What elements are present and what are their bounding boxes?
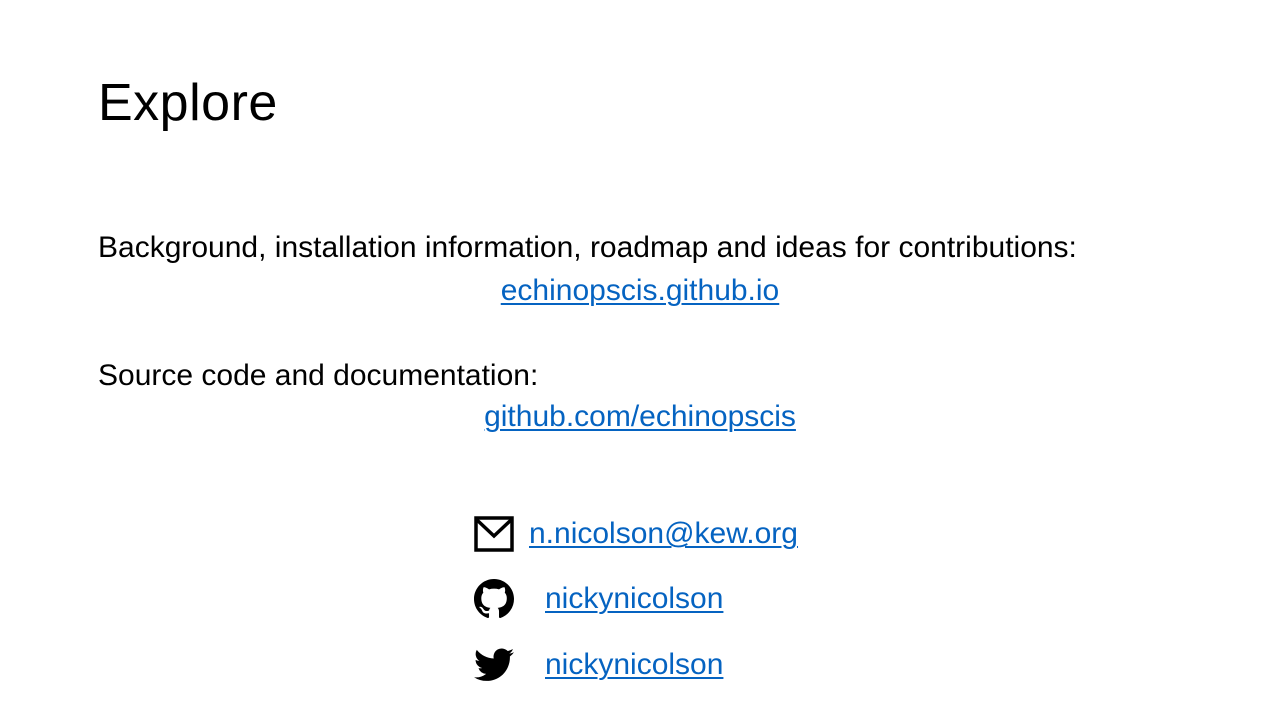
twitter-icon: [474, 645, 514, 685]
source-heading: Source code and documentation:: [98, 359, 539, 392]
email-contact: n.nicolson@kew.org: [474, 514, 798, 554]
slide-title: Explore: [98, 74, 278, 132]
twitter-contact: nickynicolson: [474, 645, 723, 685]
background-link-row: echinopscis.github.io: [0, 273, 1280, 309]
github-contact: nickynicolson: [474, 579, 723, 619]
source-link-row: github.com/echinopscis: [0, 399, 1280, 435]
envelope-icon: [474, 514, 514, 554]
twitter-user-link[interactable]: nickynicolson: [545, 647, 723, 683]
github-org-link[interactable]: github.com/echinopscis: [484, 400, 796, 433]
background-heading: Background, installation information, ro…: [98, 231, 1077, 264]
github-user-link[interactable]: nickynicolson: [545, 581, 723, 617]
website-link[interactable]: echinopscis.github.io: [501, 274, 780, 307]
github-icon: [474, 579, 514, 619]
email-link[interactable]: n.nicolson@kew.org: [529, 516, 798, 552]
